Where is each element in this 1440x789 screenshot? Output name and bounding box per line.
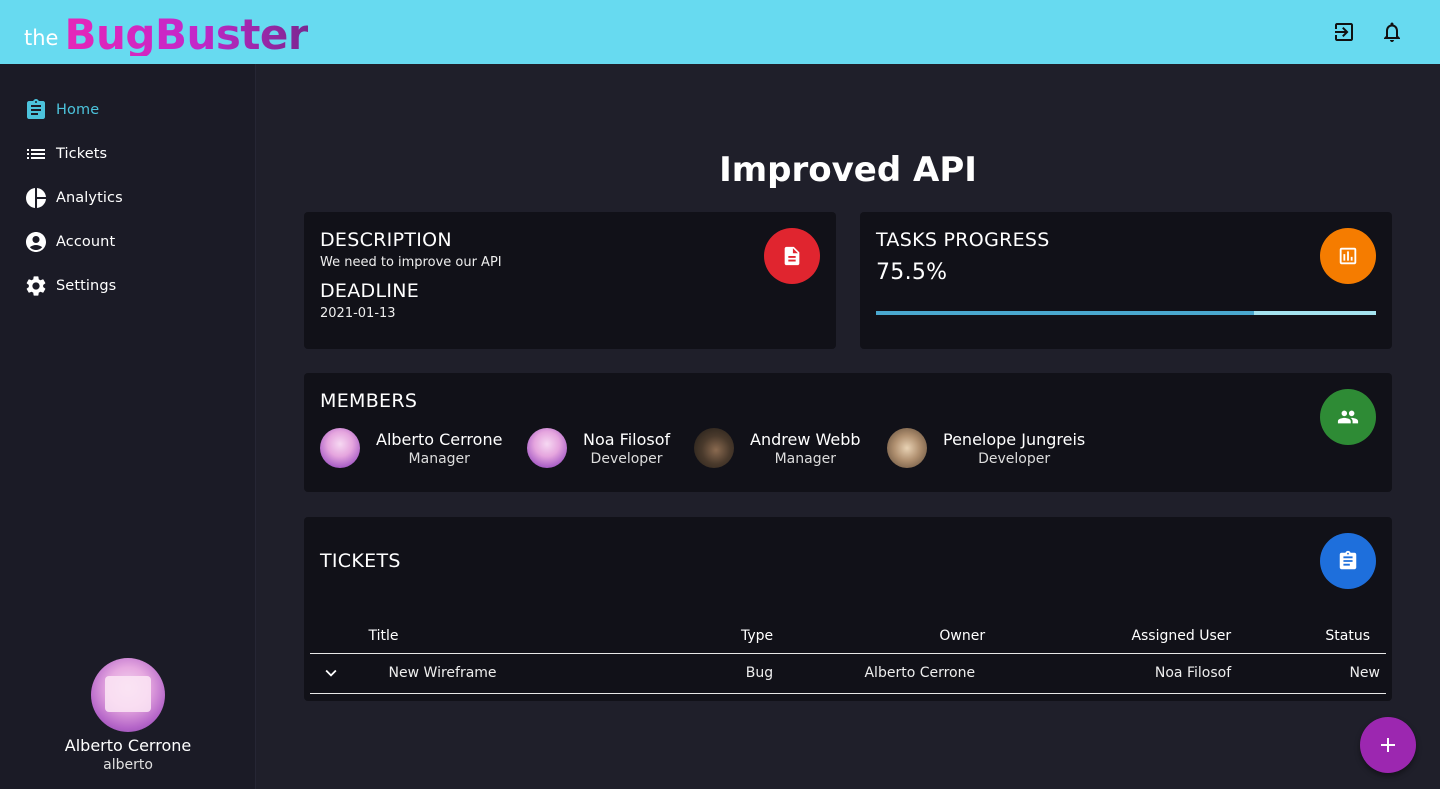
ticket-assigned-user: Noa Filosof	[1154, 665, 1232, 681]
table-row[interactable]: New Wireframe Bug Alberto Cerrone Noa Fi…	[310, 653, 1386, 693]
avatar	[527, 428, 567, 468]
bell-icon[interactable]	[1380, 20, 1404, 44]
tickets-title: TICKETS	[320, 550, 401, 572]
members-title: MEMBERS	[320, 390, 418, 412]
sidebar-item-settings[interactable]: Settings	[24, 274, 116, 298]
member-item[interactable]: Noa Filosof Developer	[527, 428, 670, 468]
avatar	[887, 428, 927, 468]
ticket-status: New	[1349, 665, 1380, 681]
sidebar-item-label: Account	[56, 234, 116, 250]
sidebar-item-label: Tickets	[56, 146, 108, 162]
ticket-owner: Alberto Cerrone	[864, 665, 976, 681]
gear-icon	[24, 274, 48, 298]
profile-name: Alberto Cerrone	[64, 736, 192, 755]
member-role: Developer	[590, 450, 663, 467]
member-role: Developer	[978, 450, 1051, 467]
chevron-down-icon	[325, 669, 337, 677]
progress-bar	[876, 311, 1376, 315]
sidebar-item-analytics[interactable]: Analytics	[24, 186, 123, 210]
add-button[interactable]	[1360, 717, 1416, 773]
table-header-row: Title Type Owner Assigned User Status	[310, 613, 1386, 653]
member-item[interactable]: Penelope Jungreis Developer	[887, 428, 1085, 468]
app-logo[interactable]: the BugBuster	[24, 4, 309, 59]
tickets-table: Title Type Owner Assigned User Status Ne…	[310, 613, 1386, 694]
tickets-card: TICKETS Title Type Owner Assigned User S…	[304, 517, 1392, 701]
column-header-owner[interactable]: Owner	[773, 613, 985, 653]
description-card: DESCRIPTION We need to improve our API D…	[304, 212, 836, 349]
member-role: Manager	[408, 450, 470, 467]
sidebar-item-label: Home	[56, 102, 100, 118]
progress-bar-fill	[876, 311, 1254, 315]
ticket-type: Bug	[745, 665, 774, 681]
description-text: We need to improve our API	[320, 255, 502, 270]
exit-to-app-icon[interactable]	[1332, 20, 1356, 44]
member-item[interactable]: Alberto Cerrone Manager	[320, 428, 502, 468]
avatar	[694, 428, 734, 468]
member-item[interactable]: Andrew Webb Manager	[694, 428, 861, 468]
column-header-assigned-user[interactable]: Assigned User	[985, 613, 1231, 653]
plus-icon	[1381, 738, 1395, 752]
column-header-type[interactable]: Type	[497, 613, 773, 653]
sidebar-item-tickets[interactable]: Tickets	[24, 142, 107, 166]
member-name: Andrew Webb	[750, 429, 861, 449]
clipboard-icon	[1320, 533, 1376, 589]
deadline-title: DEADLINE	[320, 280, 420, 302]
logo-name: BugBuster	[64, 10, 309, 59]
column-header-status[interactable]: Status	[1231, 613, 1386, 653]
member-name: Alberto Cerrone	[376, 429, 503, 449]
progress-title: TASKS PROGRESS	[876, 229, 1050, 251]
expand-column-header	[310, 613, 369, 653]
progress-value: 75.5%	[876, 260, 948, 285]
description-title: DESCRIPTION	[320, 229, 452, 251]
tasks-progress-card: TASKS PROGRESS 75.5%	[860, 212, 1392, 349]
column-header-title[interactable]: Title	[369, 613, 497, 653]
clipboard-icon	[24, 98, 48, 122]
document-icon	[764, 228, 820, 284]
ticket-title: New Wireframe	[388, 665, 497, 681]
sidebar-item-label: Analytics	[56, 190, 123, 206]
page-title: Improved API	[719, 150, 977, 190]
avatar[interactable]	[91, 658, 165, 732]
avatar	[320, 428, 360, 468]
bar-chart-icon	[1320, 228, 1376, 284]
account-circle-icon	[24, 230, 48, 254]
sidebar-item-account[interactable]: Account	[24, 230, 115, 254]
top-app-bar: the BugBuster	[0, 0, 1440, 64]
expand-button[interactable]	[310, 653, 369, 693]
pie-chart-icon	[24, 186, 48, 210]
sidebar-item-home[interactable]: Home	[24, 98, 99, 122]
sidebar: Home Tickets Analytics Account Settings …	[0, 64, 256, 789]
member-name: Penelope Jungreis	[943, 429, 1086, 449]
member-role: Manager	[774, 450, 836, 467]
members-card: MEMBERS Alberto Cerrone Manager Noa Filo…	[304, 373, 1392, 492]
list-icon	[24, 142, 48, 166]
group-icon	[1320, 389, 1376, 445]
sidebar-item-label: Settings	[56, 278, 117, 294]
profile-username: alberto	[103, 757, 153, 773]
member-name: Noa Filosof	[583, 429, 671, 449]
deadline-date: 2021-01-13	[320, 306, 396, 321]
logo-prefix: the	[24, 26, 59, 50]
user-profile: Alberto Cerrone alberto	[0, 658, 256, 773]
